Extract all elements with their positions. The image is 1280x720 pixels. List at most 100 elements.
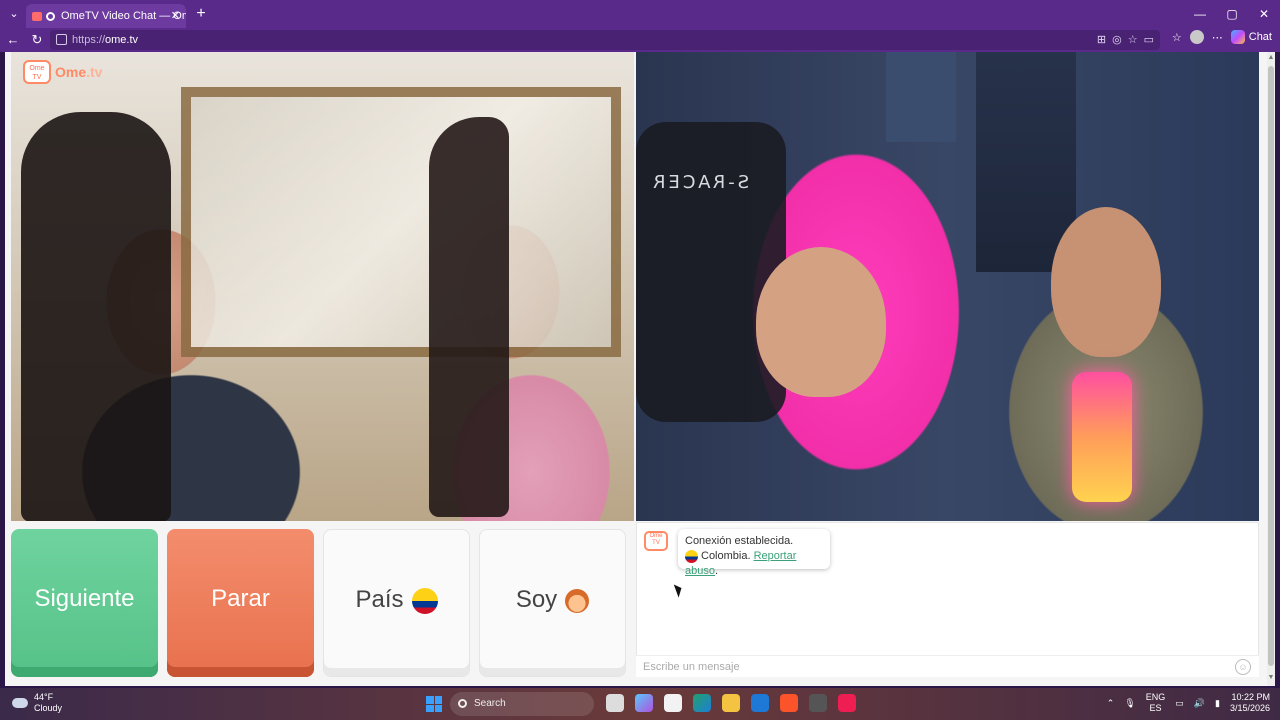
browser-toolbar-right: ☆ ⋯ Chat bbox=[1172, 30, 1272, 44]
chrome-icon[interactable] bbox=[809, 694, 827, 712]
language-indicator[interactable]: ENG ES bbox=[1146, 692, 1166, 714]
address-bar-tools: ⊞ ◎ ☆ ▭ bbox=[1097, 30, 1154, 50]
logo-text-suffix: .tv bbox=[86, 64, 103, 80]
chat-panel: Ome TV Conexión establecida. Colombia. R… bbox=[636, 522, 1259, 677]
connection-status-text: Conexión establecida. bbox=[685, 535, 794, 547]
taskbar-apps bbox=[606, 694, 856, 712]
boy-avatar-icon bbox=[565, 588, 590, 613]
colombia-flag-icon-small bbox=[685, 549, 698, 563]
message-placeholder: Escribe un mensaje bbox=[643, 661, 740, 673]
taskbar-search[interactable]: Search bbox=[450, 692, 594, 716]
search-icon bbox=[458, 699, 467, 708]
local-video bbox=[11, 52, 634, 521]
volume-icon[interactable]: 🔊 bbox=[1194, 698, 1205, 709]
video-person-right bbox=[429, 117, 509, 517]
copilot-label: Chat bbox=[1248, 31, 1272, 43]
cloud-icon bbox=[12, 698, 28, 708]
gender-button[interactable]: Soy bbox=[479, 529, 626, 677]
stop-button[interactable]: Parar bbox=[167, 529, 314, 677]
more-menu-icon[interactable]: ⋯ bbox=[1212, 31, 1223, 44]
url-host: ome.tv bbox=[105, 34, 139, 46]
site-info-icon[interactable] bbox=[56, 34, 67, 45]
browser-tab-bar: ⌄ OmeTV Video Chat — Omegle ✕ + — ▢ ✕ bbox=[0, 0, 1280, 28]
background-window bbox=[886, 52, 956, 142]
next-button[interactable]: Siguiente bbox=[11, 529, 158, 677]
ometv-system-icon: Ome TV bbox=[644, 531, 668, 551]
lang-top: ENG bbox=[1145, 692, 1166, 702]
weather-condition: Cloudy bbox=[34, 703, 63, 713]
browser-nav-bar: ← ↻ https://ome.tv ⊞ ◎ ☆ ▭ ☆ ⋯ Chat bbox=[0, 28, 1280, 52]
browser-tab[interactable]: OmeTV Video Chat — Omegle ✕ bbox=[26, 4, 186, 28]
windows-start-icon[interactable] bbox=[426, 696, 442, 712]
address-bar[interactable]: https://ome.tv ⊞ ◎ ☆ ▭ bbox=[50, 30, 1160, 50]
windows-taskbar: 44°F Cloudy Search ⌃ 🎙 ENG ES ▭ 🔊 ▮ 10:22 … bbox=[0, 688, 1280, 720]
scroll-down-icon[interactable]: ▼ bbox=[1267, 674, 1275, 684]
url-prefix: https:// bbox=[72, 34, 106, 46]
tab-actions-menu-icon[interactable]: ⌄ bbox=[4, 5, 24, 23]
logo-text-main: Ome bbox=[55, 64, 87, 80]
file-explorer-icon[interactable] bbox=[722, 694, 740, 712]
tab-favicon-icon bbox=[32, 11, 42, 21]
apps-icon[interactable]: ⊞ bbox=[1097, 30, 1106, 50]
background-wall-art bbox=[181, 87, 621, 357]
favorite-star-icon[interactable]: ☆ bbox=[1128, 30, 1138, 50]
ometv-logo: Ome TV Ome.tv bbox=[23, 60, 102, 84]
remote-person-right bbox=[1051, 207, 1161, 357]
close-window-button[interactable]: ✕ bbox=[1248, 0, 1280, 28]
copilot-app-icon[interactable] bbox=[635, 694, 653, 712]
tracking-icon[interactable]: ◎ bbox=[1112, 30, 1122, 50]
clock[interactable]: 10:22 PM 3/15/2026 bbox=[1230, 692, 1270, 714]
battery-icon[interactable]: ▮ bbox=[1215, 698, 1220, 709]
scrollbar-thumb[interactable] bbox=[1268, 66, 1274, 666]
report-suffix: . bbox=[714, 565, 719, 577]
mail-icon[interactable] bbox=[751, 694, 769, 712]
window-controls: — ▢ ✕ bbox=[1184, 0, 1280, 28]
media-icon[interactable]: ▭ bbox=[1144, 30, 1154, 50]
system-message: Conexión establecida. Colombia. Reportar… bbox=[678, 529, 830, 577]
tray-overflow-icon[interactable]: ⌃ bbox=[1107, 698, 1115, 709]
gender-label: Soy bbox=[515, 586, 558, 613]
copilot-chat-button[interactable]: Chat bbox=[1230, 30, 1272, 44]
page-scrollbar[interactable]: ▲ ▼ bbox=[1267, 52, 1275, 686]
rgb-microphone bbox=[1072, 372, 1132, 502]
ometv-logo-icon: Ome TV bbox=[23, 60, 51, 84]
tiktok-icon[interactable] bbox=[838, 694, 856, 712]
remote-person-left bbox=[756, 247, 886, 397]
remote-video: S-RACER bbox=[636, 52, 1259, 521]
profile-avatar[interactable] bbox=[1189, 30, 1204, 44]
system-tray: ⌃ 🎙 ENG ES ▭ 🔊 ▮ 10:22 PM 3/15/2026 bbox=[1107, 692, 1270, 714]
new-tab-button[interactable]: + bbox=[192, 4, 210, 24]
copilot-icon bbox=[1230, 30, 1245, 44]
edge-icon[interactable] bbox=[693, 694, 711, 712]
message-input[interactable]: Escribe un mensaje ☺ bbox=[636, 655, 1259, 677]
task-view-icon[interactable] bbox=[606, 694, 624, 712]
country-button[interactable]: País bbox=[323, 529, 470, 677]
refresh-icon[interactable]: ↻ bbox=[28, 31, 46, 49]
clock-date: 3/15/2026 bbox=[1229, 703, 1270, 713]
brave-icon[interactable] bbox=[780, 694, 798, 712]
lang-bottom: ES bbox=[1149, 703, 1162, 713]
ometv-logo-text: Ome.tv bbox=[55, 64, 102, 80]
weather-widget[interactable]: 44°F Cloudy bbox=[12, 692, 62, 714]
microphone-icon[interactable]: 🎙 bbox=[1124, 698, 1135, 709]
emoji-icon[interactable]: ☺ bbox=[1235, 659, 1251, 675]
back-arrow-icon[interactable]: ← bbox=[4, 31, 22, 49]
chair-logo-text: S-RACER bbox=[650, 172, 750, 193]
partner-country: Colombia. bbox=[701, 550, 751, 562]
store-icon[interactable] bbox=[664, 694, 682, 712]
tab-title: OmeTV Video Chat — Omegle bbox=[61, 10, 186, 22]
minimize-button[interactable]: — bbox=[1184, 0, 1216, 28]
video-person-left bbox=[21, 112, 171, 521]
tab-sound-icon bbox=[46, 11, 55, 21]
colombia-flag-icon bbox=[411, 587, 438, 614]
restore-button[interactable]: ▢ bbox=[1216, 0, 1248, 28]
search-label: Search bbox=[474, 698, 506, 709]
favorites-icon[interactable]: ☆ bbox=[1172, 31, 1182, 44]
scroll-up-icon[interactable]: ▲ bbox=[1267, 54, 1275, 64]
gaming-chair bbox=[636, 122, 786, 422]
weather-temp: 44°F bbox=[34, 692, 54, 702]
partner-country-line: Colombia. Reportar abuso. bbox=[685, 549, 823, 579]
display-icon[interactable]: ▭ bbox=[1175, 698, 1184, 709]
tab-close-icon[interactable]: ✕ bbox=[171, 4, 180, 28]
country-label: País bbox=[355, 586, 404, 613]
